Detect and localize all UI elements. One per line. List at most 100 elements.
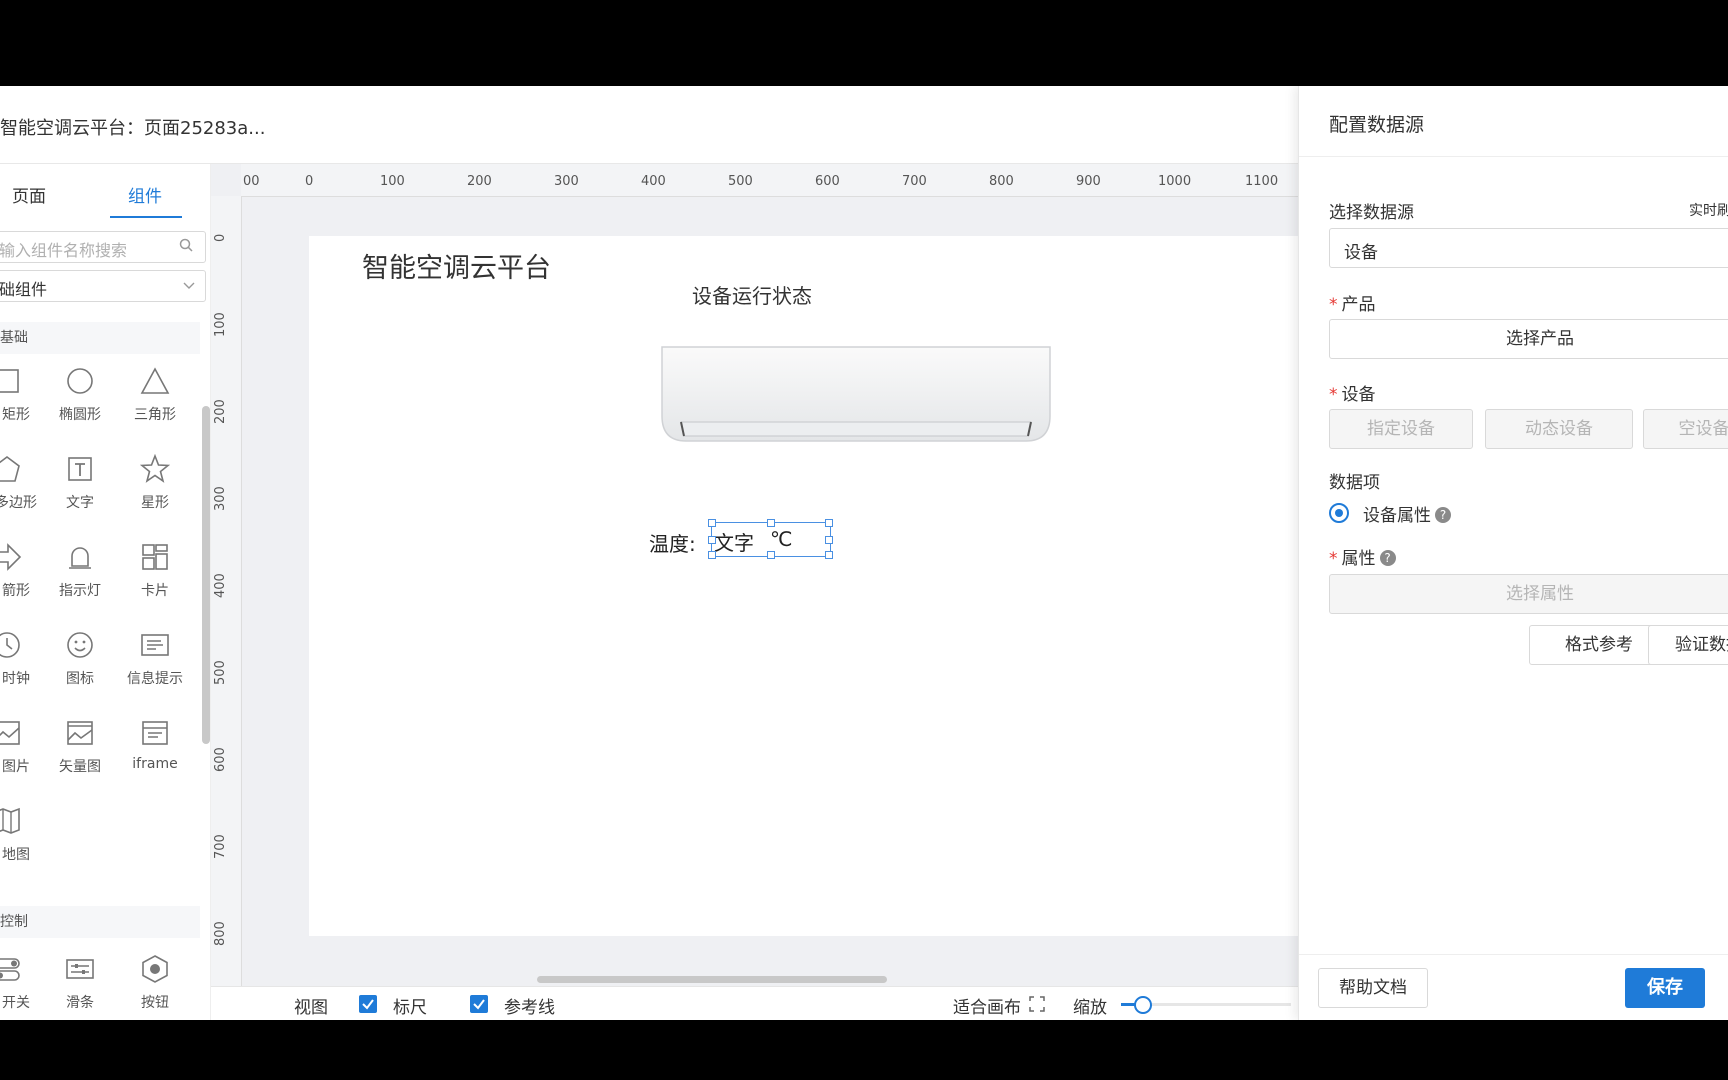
component-switch[interactable]: 开关	[0, 954, 42, 1020]
component-map[interactable]: 地图	[0, 806, 42, 876]
group-header-basic[interactable]: 基础	[0, 322, 200, 354]
component-label: 椭圆形	[59, 407, 101, 423]
fit-canvas-button[interactable]: 适合画布	[953, 993, 1021, 1018]
attribute-label-text: 属性	[1341, 549, 1376, 569]
component-label: 图标	[66, 671, 94, 687]
ruler-tick-label: 600	[213, 747, 228, 772]
divider	[1299, 156, 1728, 157]
page-title: 智能空调云平台：页面25283a...	[0, 118, 266, 139]
resize-handle[interactable]	[708, 519, 716, 527]
verify-data-button[interactable]: 验证数据	[1648, 625, 1728, 665]
component-text[interactable]: 文字	[45, 454, 115, 524]
ruler-tick-label: 500	[213, 660, 228, 685]
ruler-tick-label: 400	[213, 573, 228, 598]
ruler-tick-label: 1100	[1245, 174, 1279, 189]
dynamic-device-button[interactable]: 动态设备	[1485, 409, 1633, 449]
check-icon	[473, 999, 485, 1010]
realtime-refresh-label[interactable]: 实时刷	[1689, 200, 1728, 220]
resize-handle[interactable]	[708, 551, 716, 559]
canvas-page[interactable]: 智能空调云平台 设备运行状态 温度: 文字 ℃	[309, 236, 1301, 936]
help-icon[interactable]: ?	[1435, 507, 1451, 523]
vector-image-icon	[67, 721, 93, 745]
component-info[interactable]: 信息提示	[120, 630, 190, 700]
ruler-tick-label: 300	[213, 486, 228, 511]
ruler-tick-label: 900	[1076, 174, 1101, 189]
component-slider[interactable]: 滑条	[45, 954, 115, 1020]
search-icon[interactable]	[179, 238, 193, 252]
datasource-select[interactable]: 设备	[1329, 228, 1728, 268]
air-conditioner-image[interactable]	[661, 346, 1051, 443]
select-attribute-button[interactable]: 选择属性	[1329, 574, 1728, 614]
component-label: 图片	[2, 759, 30, 775]
component-arrow[interactable]: 箭形	[0, 542, 42, 612]
ruler-checkbox[interactable]	[359, 995, 377, 1013]
category-select[interactable]: 础组件	[0, 270, 206, 302]
design-canvas[interactable]: 00 0 100 200 300 400 500 600 700 800 900…	[211, 164, 1301, 986]
select-product-button[interactable]: 选择产品	[1329, 319, 1728, 359]
triangle-icon	[140, 367, 170, 394]
fullscreen-icon[interactable]	[1029, 996, 1045, 1012]
component-vector[interactable]: 矢量图	[45, 718, 115, 788]
card-icon	[142, 544, 168, 570]
device-property-label[interactable]: 设备属性?	[1363, 501, 1451, 526]
app-window: 智能空调云平台：页面25283a... 页面 组件 输入组件名称搜索 础组件 基…	[0, 86, 1728, 1020]
button-hexagon-icon	[142, 955, 168, 983]
temperature-label[interactable]: 温度:	[649, 528, 696, 557]
component-iframe[interactable]: iframe	[120, 718, 190, 788]
empty-device-button[interactable]: 空设备	[1643, 409, 1728, 449]
component-label: 开关	[2, 995, 30, 1011]
component-triangle[interactable]: 三角形	[120, 366, 190, 436]
arrow-shape-icon	[0, 543, 22, 571]
canvas-subtitle-text[interactable]: 设备运行状态	[692, 280, 812, 309]
component-label: 地图	[2, 847, 30, 863]
component-ellipse[interactable]: 椭圆形	[45, 366, 115, 436]
component-clock[interactable]: 时钟	[0, 630, 42, 700]
component-label: 矢量图	[59, 759, 101, 775]
device-property-text: 设备属性	[1363, 506, 1431, 526]
component-icon[interactable]: 图标	[45, 630, 115, 700]
resize-handle[interactable]	[825, 536, 833, 544]
view-menu[interactable]: 视图	[294, 993, 328, 1018]
component-polygon[interactable]: 多边形	[0, 454, 42, 524]
component-button[interactable]: 按钮	[120, 954, 190, 1020]
tab-pages[interactable]: 页面	[12, 182, 46, 207]
select-source-label: 选择数据源	[1329, 203, 1414, 223]
component-star[interactable]: 星形	[120, 454, 190, 524]
zoom-slider-handle[interactable]	[1134, 996, 1153, 1014]
save-button[interactable]: 保存	[1625, 968, 1705, 1008]
component-search-input[interactable]: 输入组件名称搜索	[0, 231, 206, 263]
device-property-radio[interactable]	[1329, 503, 1349, 523]
group-header-control[interactable]: 控制	[0, 906, 200, 938]
canvas-title-text[interactable]: 智能空调云平台	[362, 246, 551, 285]
resize-handle[interactable]	[767, 551, 775, 559]
component-label: 卡片	[141, 583, 169, 599]
panel-scrollbar[interactable]	[202, 406, 210, 744]
specified-device-button[interactable]: 指定设备	[1329, 409, 1473, 449]
indicator-light-icon	[69, 547, 91, 569]
ruler-tick-label: 800	[213, 921, 228, 946]
resize-handle[interactable]	[825, 519, 833, 527]
component-label: 时钟	[2, 671, 30, 687]
resize-handle[interactable]	[825, 551, 833, 559]
ruler-tick-label: 600	[815, 174, 840, 189]
component-indicator[interactable]: 指示灯	[45, 542, 115, 612]
ruler-tick-label: 800	[989, 174, 1014, 189]
ruler-vertical: 0 100 200 300 400 500 600 700 800	[211, 196, 242, 986]
help-icon[interactable]: ?	[1379, 550, 1396, 566]
component-rect[interactable]: 矩形	[0, 366, 42, 436]
ruler-tick-label: 00	[243, 174, 260, 189]
canvas-horizontal-scrollbar[interactable]	[537, 976, 887, 983]
temperature-value-box[interactable]: 文字 ℃	[708, 519, 833, 559]
component-card[interactable]: 卡片	[120, 542, 190, 612]
chevron-down-icon	[183, 282, 195, 289]
tab-components[interactable]: 组件	[128, 182, 162, 207]
info-tip-icon	[141, 634, 169, 656]
component-image[interactable]: 图片	[0, 718, 42, 788]
guides-checkbox[interactable]	[470, 995, 488, 1013]
help-doc-button[interactable]: 帮助文档	[1318, 968, 1428, 1008]
resize-handle[interactable]	[708, 536, 716, 544]
resize-handle[interactable]	[767, 519, 775, 527]
required-mark: *	[1329, 385, 1338, 405]
guides-toggle-label[interactable]: 参考线	[504, 993, 555, 1018]
ruler-toggle-label[interactable]: 标尺	[393, 993, 427, 1018]
